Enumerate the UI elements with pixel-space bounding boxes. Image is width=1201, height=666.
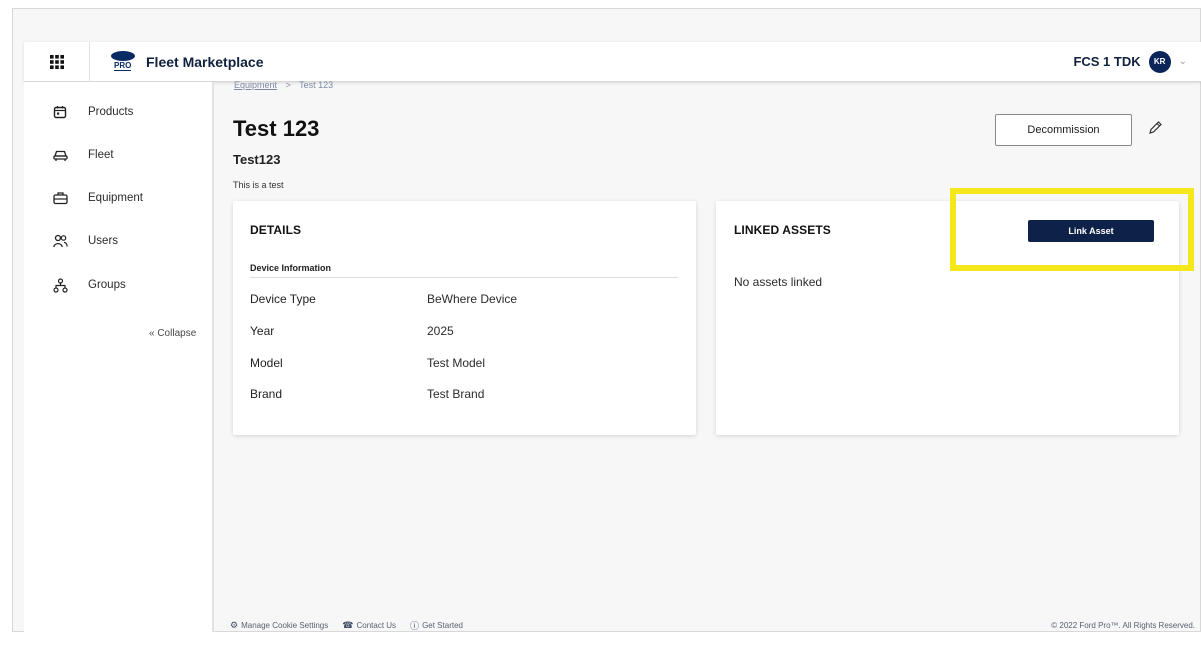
detail-value: BeWhere Device — [427, 292, 518, 306]
copyright-text: © 2022 Ford Pro™. All Rights Reserved. — [1051, 620, 1195, 630]
edit-pencil-icon[interactable] — [1146, 119, 1164, 137]
detail-value: Test Model — [427, 356, 486, 370]
collapse-button[interactable]: « Collapse — [149, 328, 196, 339]
detail-value: Test Brand — [427, 387, 485, 401]
sidebar-item-products[interactable]: Products — [52, 102, 133, 122]
hierarchy-icon — [52, 277, 68, 293]
detail-row: Brand Test Brand — [250, 387, 484, 401]
linked-assets-heading: LINKED ASSETS — [734, 223, 831, 237]
get-started-link[interactable]: ⓘ Get Started — [410, 619, 463, 632]
sidebar-item-groups[interactable]: Groups — [52, 275, 126, 295]
info-icon: ⓘ — [410, 620, 420, 631]
sidebar-item-users[interactable]: Users — [52, 231, 118, 251]
detail-key: Brand — [250, 387, 283, 401]
detail-value: 2025 — [427, 324, 454, 338]
page-subtitle: Test123 — [233, 152, 281, 167]
account-area[interactable]: FCS 1 TDK KR ⌄ — [1073, 50, 1201, 73]
sidebar-item-label: Fleet — [88, 149, 114, 161]
detail-row: Model Test Model — [250, 356, 485, 370]
sidebar-item-label: Groups — [88, 279, 126, 291]
details-heading: DETAILS — [250, 223, 302, 237]
page-title: Test 123 — [233, 116, 320, 141]
breadcrumb-current: Test 123 — [299, 80, 334, 90]
contact-us-link[interactable]: ☎ Contact Us — [342, 620, 396, 631]
sidebar-item-label: Users — [88, 235, 119, 247]
avatar[interactable]: KR — [1148, 50, 1171, 73]
details-card: DETAILS Device Information Device Type B… — [233, 201, 696, 435]
footer-link-label: Get Started — [422, 620, 463, 630]
sidebar-item-label: Products — [88, 106, 134, 118]
breadcrumb-link-equipment[interactable]: Equipment — [234, 80, 277, 90]
brand-title: Fleet Marketplace — [146, 53, 264, 70]
top-bar: PRO Fleet Marketplace FCS 1 TDK KR ⌄ — [24, 41, 1201, 82]
logo-text: PRO — [114, 60, 132, 71]
brand-logo[interactable]: PRO Fleet Marketplace — [110, 50, 264, 73]
empty-state-text: No assets linked — [734, 275, 823, 289]
breadcrumb-separator: > — [285, 80, 291, 90]
car-icon — [52, 147, 68, 163]
device-information-label: Device Information — [250, 263, 332, 273]
briefcase-icon — [52, 190, 68, 206]
app-launcher-button[interactable] — [24, 41, 90, 82]
grid-icon — [49, 54, 64, 69]
detail-row: Device Type BeWhere Device — [250, 292, 517, 306]
manage-cookie-settings-link[interactable]: ⚙ Manage Cookie Settings — [230, 620, 328, 631]
footer: ⚙ Manage Cookie Settings ☎ Contact Us ⓘ … — [230, 618, 1195, 632]
sidebar-item-equipment[interactable]: Equipment — [52, 188, 143, 208]
org-name: FCS 1 TDK — [1073, 54, 1141, 69]
footer-link-label: Contact Us — [356, 620, 397, 630]
footer-link-label: Manage Cookie Settings — [241, 620, 329, 630]
breadcrumb: Equipment > Test 123 — [234, 80, 333, 90]
chevron-down-icon[interactable]: ⌄ — [1179, 56, 1187, 67]
ford-pro-logo-icon: PRO — [110, 50, 136, 73]
detail-key: Year — [250, 324, 275, 338]
detail-key: Model — [250, 356, 283, 370]
sidebar-item-fleet[interactable]: Fleet — [52, 145, 114, 165]
sidebar-item-label: Equipment — [88, 192, 143, 204]
sidebar: Products Fleet Equipment Users Groups « … — [24, 82, 214, 632]
users-icon — [52, 233, 68, 249]
decommission-button[interactable]: Decommission — [995, 114, 1132, 146]
page-description: This is a test — [233, 180, 284, 190]
phone-icon: ☎ — [342, 619, 354, 630]
gear-icon: ⚙ — [230, 619, 239, 630]
detail-row: Year 2025 — [250, 324, 454, 338]
highlight-box — [950, 188, 1194, 271]
calendar-icon — [52, 104, 68, 120]
section-divider — [250, 277, 678, 278]
detail-key: Device Type — [250, 292, 316, 306]
